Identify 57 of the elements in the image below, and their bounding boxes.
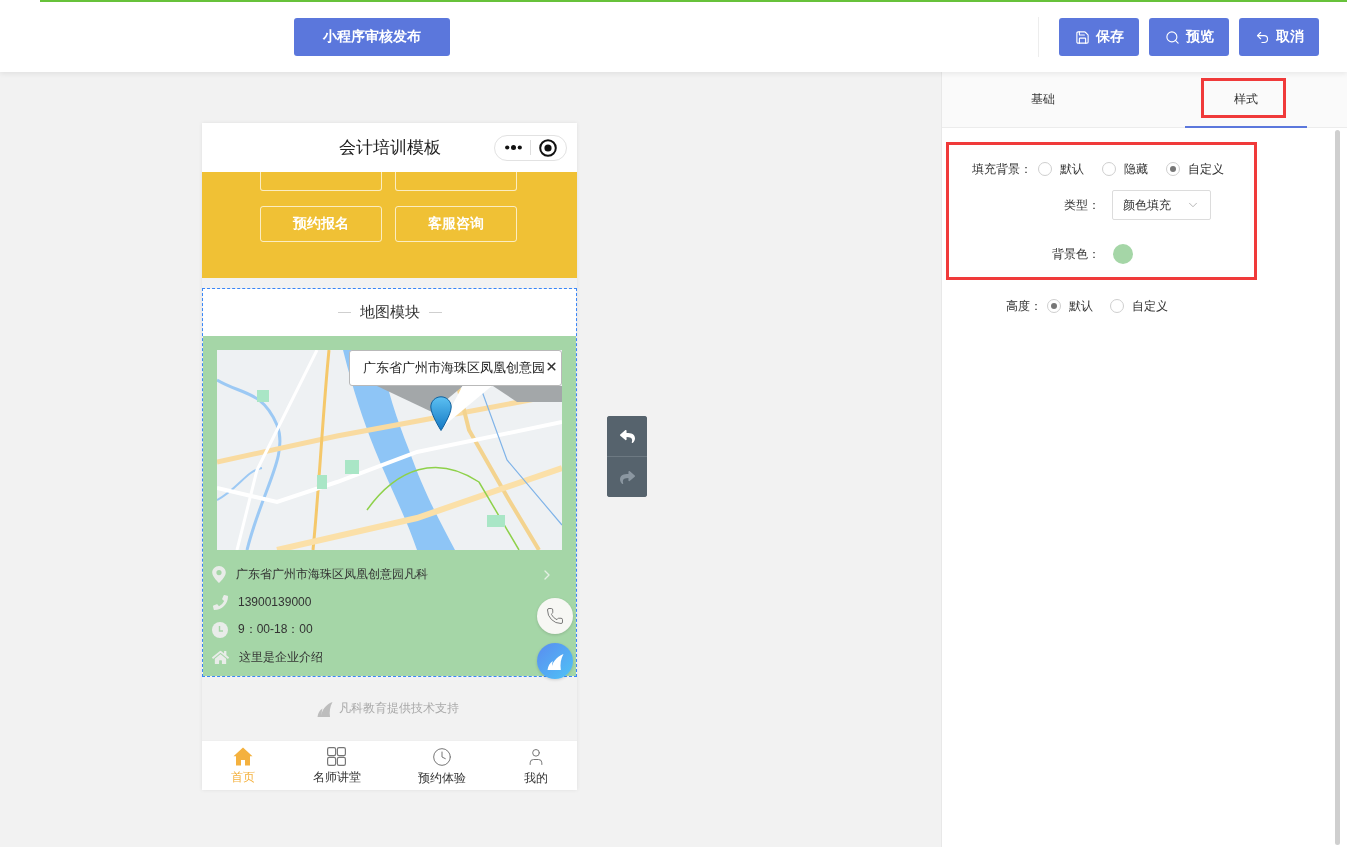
popup-text: 广东省广州市海珠区凤凰创意园 — [363, 360, 545, 376]
clock-icon — [212, 621, 228, 638]
form-label: 填充背景： — [971, 160, 1032, 178]
info-text: 9：00-18：00 — [238, 621, 313, 639]
publish-button[interactable]: 小程序审核发布 — [294, 18, 450, 56]
tab-bar-item[interactable]: 预约体验 — [418, 741, 467, 790]
radio-label[interactable]: 隐藏 — [1124, 160, 1148, 178]
radio-label[interactable]: 默认 — [1060, 160, 1084, 178]
footer-text: 凡科教育提供技术支持 — [338, 700, 459, 717]
quick-button[interactable] — [394, 172, 517, 191]
radio-button[interactable] — [1110, 299, 1124, 313]
location-pin-icon — [212, 566, 226, 584]
module-title: 地图模块 — [359, 303, 420, 322]
tab-bar-item[interactable]: 我的 — [523, 741, 548, 790]
panel-tab[interactable]: 样式 — [1185, 72, 1307, 128]
page-title: 会计培训模板 — [338, 137, 441, 159]
undo-icon — [1254, 29, 1270, 45]
panel-tab[interactable]: 基础 — [982, 72, 1104, 128]
preview-button[interactable]: 预览 — [1149, 18, 1229, 56]
redo-icon — [619, 469, 635, 485]
phone-icon — [213, 594, 228, 610]
circle-dot-icon — [539, 138, 557, 157]
info-text: 这里是企业介绍 — [239, 648, 323, 666]
type-select[interactable]: 颜色填充 — [1112, 190, 1211, 220]
form-label: 高度： — [1005, 297, 1042, 315]
phone-icon — [546, 607, 564, 625]
sail-icon — [316, 700, 333, 717]
save-button[interactable]: 保存 — [1059, 18, 1139, 56]
capsule-menu[interactable] — [494, 134, 567, 161]
close-icon[interactable] — [545, 360, 558, 373]
more-icon — [505, 145, 522, 150]
radio-label[interactable]: 自定义 — [1188, 160, 1224, 178]
home-icon — [233, 747, 253, 766]
radio-button[interactable] — [1038, 162, 1052, 176]
map-module[interactable]: 地图模块 广东省广州市海珠区凤凰创意园 广东省广州市海珠区凤凰创意园凡科 13900139000 9：00-18：00 这里是企业介绍 — [202, 288, 577, 677]
search-icon — [1164, 29, 1180, 45]
scrollbar[interactable] — [1335, 130, 1340, 845]
radio-button[interactable] — [1102, 162, 1116, 176]
form-label: 类型： — [1063, 196, 1100, 214]
info-text: 13900139000 — [238, 595, 312, 610]
cancel-button[interactable]: 取消 — [1239, 18, 1319, 56]
map-pin-icon — [430, 396, 452, 431]
radio-label[interactable]: 默认 — [1069, 297, 1093, 315]
home-icon — [212, 648, 229, 666]
radio-label[interactable]: 自定义 — [1132, 297, 1168, 315]
radio-button[interactable] — [1166, 162, 1180, 176]
clock-icon — [432, 747, 453, 767]
color-swatch[interactable] — [1113, 244, 1133, 264]
info-text: 广东省广州市海珠区凤凰创意园凡科 — [236, 566, 428, 584]
sail-icon — [546, 652, 564, 670]
radio-button[interactable] — [1047, 299, 1061, 313]
form-label: 背景色： — [1051, 245, 1100, 263]
undo-icon — [619, 428, 635, 444]
tab-bar-item[interactable]: 名师讲堂 — [312, 741, 361, 790]
grid-icon — [327, 747, 347, 766]
save-icon — [1074, 29, 1090, 45]
quick-button[interactable] — [259, 172, 382, 191]
